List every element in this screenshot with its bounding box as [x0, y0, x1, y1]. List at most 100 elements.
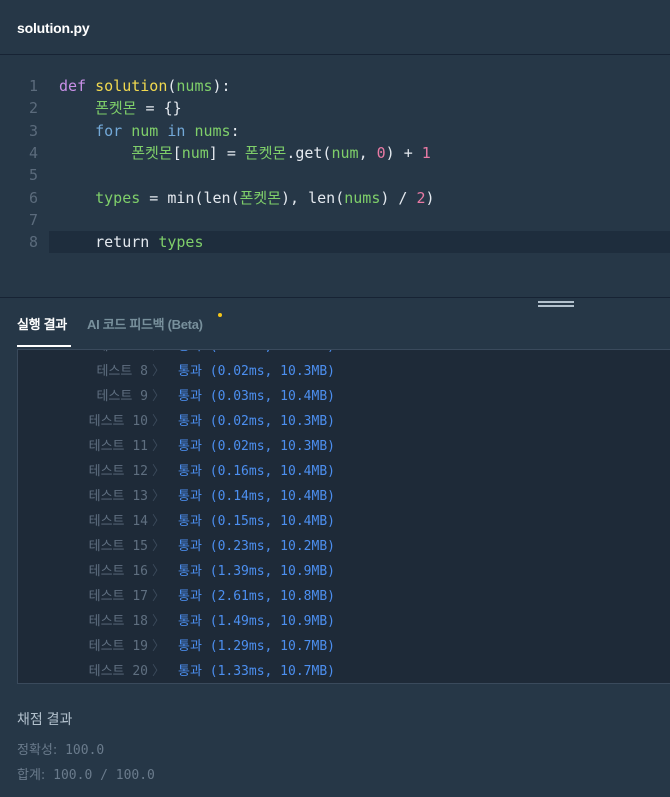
test-name: 테스트 14 [88, 514, 148, 529]
line-number: 3 [28, 121, 38, 140]
test-status: 통과 (1.49ms, 10.9MB) [178, 614, 335, 629]
code-token: for [95, 121, 132, 140]
result-tab-bar: 실행 결과 AI 코드 피드백 (Beta) [0, 297, 670, 349]
test-result-row: 테스트 11 〉 통과 (0.02ms, 10.3MB) [18, 437, 670, 457]
accuracy-label: 정확성: [17, 743, 58, 758]
chevron-right-icon: 〉 [152, 564, 166, 579]
test-result-row: 테스트 13 〉 통과 (0.14ms, 10.4MB) [18, 487, 670, 507]
test-result-row: 테스트 8 〉 통과 (0.02ms, 10.3MB) [18, 362, 670, 382]
line-number: 7 [28, 210, 38, 229]
tab-ai-feedback[interactable]: AI 코드 피드백 (Beta) [87, 314, 203, 333]
chevron-right-icon: 〉 [152, 389, 166, 404]
chevron-right-icon: 〉 [152, 514, 166, 529]
file-title: solution.py [17, 20, 90, 36]
test-result-row: 테스트 10 〉 통과 (0.02ms, 10.3MB) [18, 412, 670, 432]
test-name: 테스트 13 [88, 489, 148, 504]
test-result-row: 테스트 18 〉 통과 (1.49ms, 10.9MB) [18, 612, 670, 632]
code-line[interactable]: 2 폰켓몬 = {} [0, 97, 670, 119]
code-line[interactable]: 5 [0, 164, 670, 186]
test-name: 테스트 15 [88, 539, 148, 554]
test-status: 통과 (0.15ms, 10.4MB) [178, 514, 335, 529]
line-number: 1 [28, 77, 38, 95]
code-token: = min(len( [140, 188, 240, 207]
test-results-panel[interactable]: 테스트 7 〉 통과 (0.02ms, 10.3MB) 테스트 8 〉 통과 (0.02m… [17, 349, 670, 684]
test-name: 테스트 20 [88, 664, 148, 679]
chevron-right-icon: 〉 [152, 639, 166, 654]
code-editor[interactable]: 1 def solution(nums): 2 폰켓몬 = {} 3 for num … [0, 56, 670, 297]
test-status: 통과 (1.29ms, 10.7MB) [178, 639, 335, 654]
code-token: 폰켓몬 [244, 143, 287, 162]
code-token: types [95, 188, 141, 207]
test-name: 테스트 12 [88, 464, 148, 479]
code-line[interactable]: 1 def solution(nums): [0, 75, 670, 97]
test-status: 통과 (0.02ms, 10.3MB) [178, 414, 335, 429]
grading-title: 채점 결과 [17, 711, 73, 727]
chevron-right-icon: 〉 [152, 464, 166, 479]
chevron-right-icon: 〉 [152, 439, 166, 454]
test-status: 통과 (0.02ms, 10.3MB) [178, 364, 335, 379]
test-status: 통과 (2.61ms, 10.8MB) [178, 589, 335, 604]
accuracy-line: 정확성: 100.0 [17, 739, 104, 758]
code-token: ), len( [281, 188, 345, 207]
test-result-row: 테스트 16 〉 통과 (1.39ms, 10.9MB) [18, 562, 670, 582]
code-text: for num in nums: [59, 120, 240, 142]
grading-section: 채점 결과 정확성: 100.0 합계: 100.0 / 100.0 [0, 684, 670, 797]
code-token: num [131, 121, 168, 140]
code-token: ) [425, 188, 435, 207]
chevron-right-icon: 〉 [152, 589, 166, 604]
code-token: nums [176, 77, 213, 95]
active-tab-indicator [17, 345, 71, 347]
test-name: 테스트 19 [88, 639, 148, 654]
test-name: 테스트 8 [96, 364, 148, 379]
test-status: 통과 (0.02ms, 10.3MB) [178, 439, 335, 454]
code-line[interactable]: 8 return types [29, 231, 670, 254]
code-line[interactable]: 6 types = min(len(폰켓몬), len(nums) / 2) [0, 187, 670, 209]
test-result-row: 테스트 12 〉 통과 (0.16ms, 10.4MB) [18, 462, 670, 482]
code-token: ): [212, 77, 231, 95]
code-token: ] = [208, 143, 245, 162]
test-name: 테스트 18 [88, 614, 148, 629]
total-line: 합계: 100.0 / 100.0 [17, 764, 155, 783]
test-result-row: 테스트 19 〉 통과 (1.29ms, 10.7MB) [18, 637, 670, 657]
code-token: 2 [416, 188, 426, 207]
code-line[interactable]: 4 폰켓몬[num] = 폰켓몬.get(num, 0) + 1 [0, 142, 670, 164]
code-token: : [230, 121, 240, 140]
test-status: 통과 (1.33ms, 10.7MB) [178, 664, 335, 679]
line-number: 2 [28, 99, 38, 118]
chevron-right-icon: 〉 [152, 350, 165, 357]
code-text: types = min(len(폰켓몬), len(nums) / 2) [59, 187, 435, 209]
test-status: 통과 (0.16ms, 10.4MB) [178, 464, 335, 479]
code-token: [ [172, 143, 182, 162]
chevron-right-icon: 〉 [152, 414, 166, 429]
code-token: 폰켓몬 [239, 188, 282, 207]
code-token: in [167, 121, 195, 140]
code-line[interactable]: 3 for num in nums: [0, 120, 670, 142]
code-token: nums [194, 121, 231, 140]
test-result-row: 테스트 17 〉 통과 (2.61ms, 10.8MB) [18, 587, 670, 607]
test-result-row: 테스트 9 〉 통과 (0.03ms, 10.4MB) [18, 387, 670, 407]
tab-run-result[interactable]: 실행 결과 [17, 314, 67, 333]
code-text: 폰켓몬[num] = 폰켓몬.get(num, 0) + 1 [59, 142, 431, 164]
code-token: nums [344, 188, 381, 207]
test-name: 테스트 16 [88, 564, 148, 579]
test-status: 통과 (1.39ms, 10.9MB) [178, 564, 335, 579]
code-line[interactable]: 7 [0, 209, 670, 231]
chevron-right-icon: 〉 [152, 364, 166, 379]
code-text: return types [59, 231, 203, 253]
code-token: 0 [376, 143, 386, 162]
chevron-right-icon: 〉 [152, 489, 166, 504]
code-token: return [95, 233, 159, 252]
code-token: = {} [136, 99, 182, 118]
test-name: 테스트 10 [88, 414, 148, 429]
test-name: 테스트 11 [88, 439, 148, 454]
code-token: ) / [380, 188, 417, 207]
test-result-row: 테스트 20 〉 통과 (1.33ms, 10.7MB) [18, 662, 670, 682]
test-status: 통과 (0.23ms, 10.2MB) [178, 539, 335, 554]
line-number: 8 [28, 233, 38, 252]
resize-handle-icon[interactable] [538, 301, 574, 311]
test-result-row: 테스트 7 〉 통과 (0.02ms, 10.3MB) [18, 350, 670, 357]
test-result-row: 테스트 15 〉 통과 (0.23ms, 10.2MB) [18, 537, 670, 557]
